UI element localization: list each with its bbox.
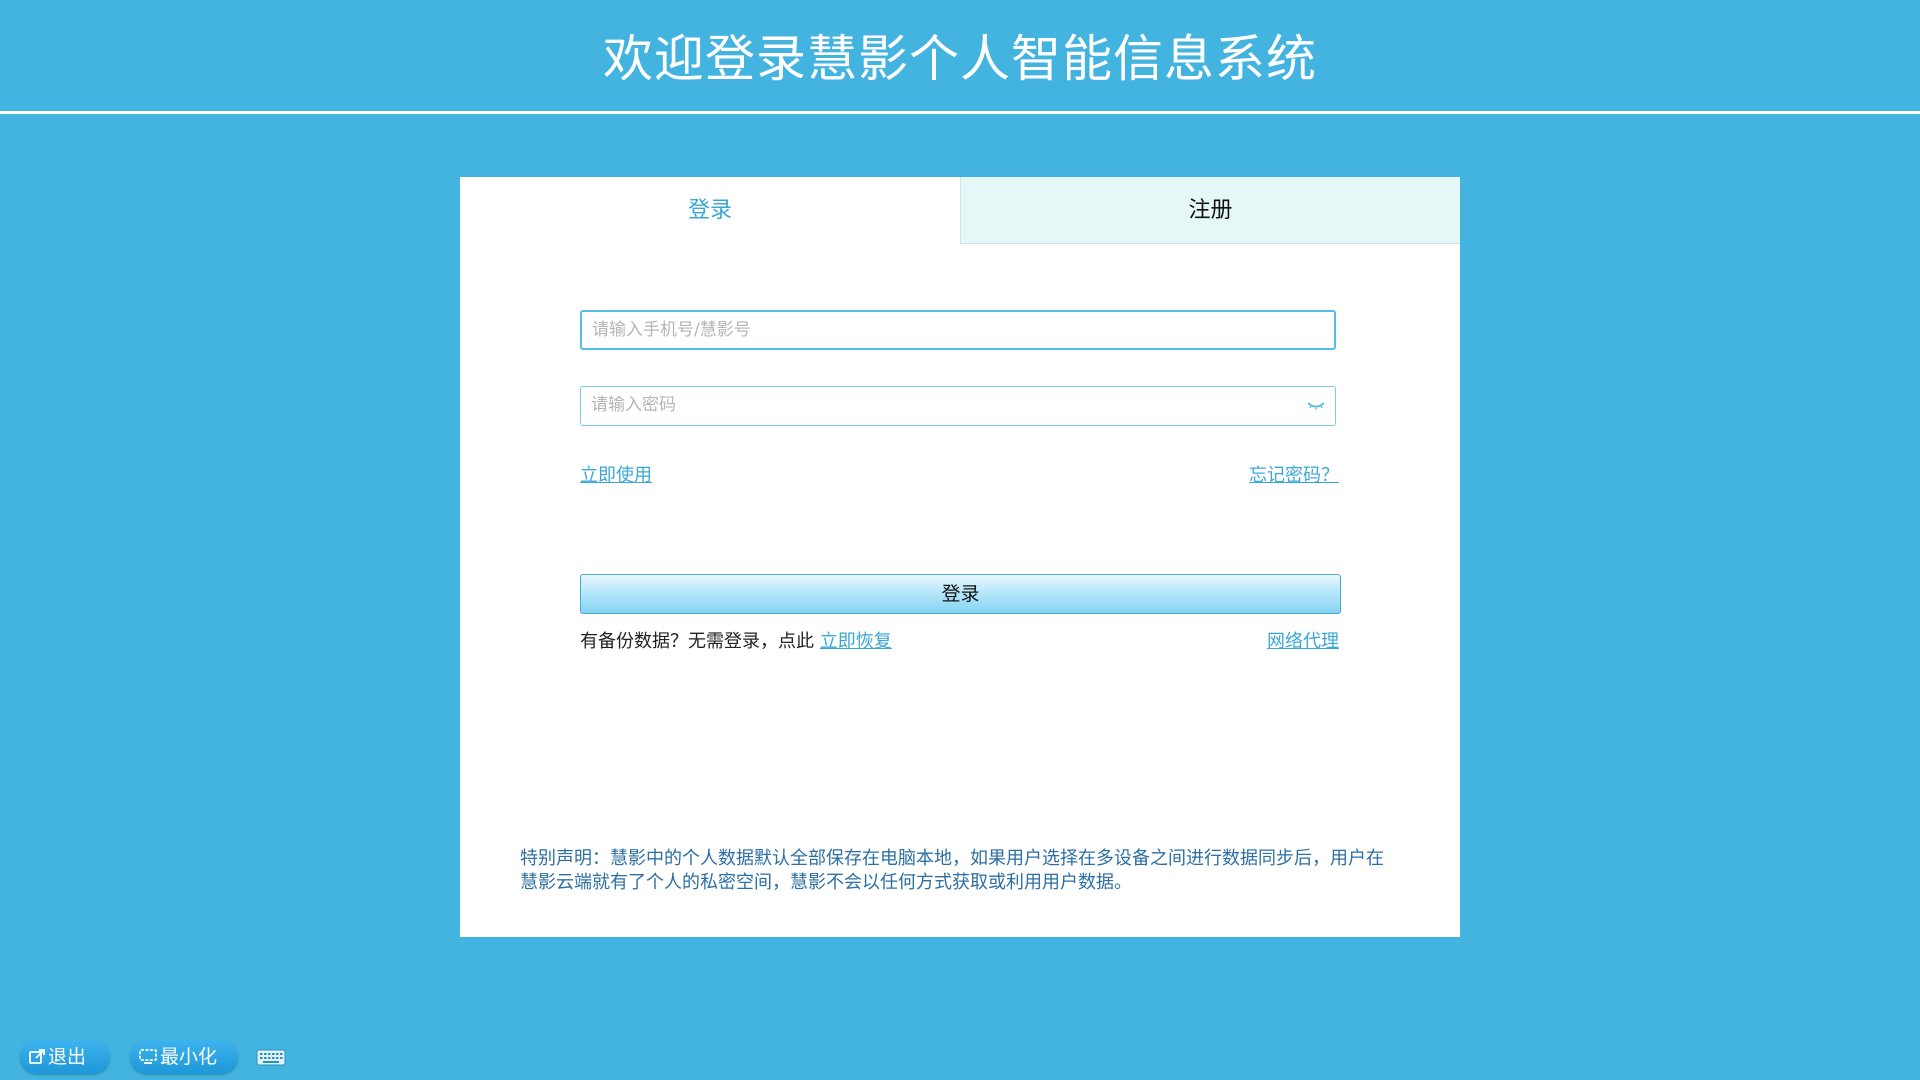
password-input[interactable] — [581, 387, 1301, 423]
external-link-icon — [29, 1049, 45, 1064]
password-field[interactable] — [580, 386, 1336, 426]
tab-login[interactable]: 登录 — [460, 177, 960, 244]
username-field[interactable] — [580, 310, 1336, 350]
login-card: 登录 注册 立即使用 忘记密码？ 登录 有备份数据？无需登录，点此 立即恢复 网… — [460, 177, 1460, 937]
tab-register[interactable]: 注册 — [960, 177, 1460, 244]
page-title: 欢迎登录慧影个人智能信息系统 — [603, 30, 1317, 88]
restore-link[interactable]: 立即恢复 — [820, 631, 892, 652]
forgot-password-link[interactable]: 忘记密码？ — [1249, 461, 1339, 487]
username-input[interactable] — [582, 312, 1302, 348]
backup-text: 有备份数据？无需登录，点此 — [580, 631, 814, 652]
login-button[interactable]: 登录 — [580, 574, 1341, 614]
use-now-link[interactable]: 立即使用 — [580, 461, 652, 487]
privacy-notice: 特别声明：慧影中的个人数据默认全部保存在电脑本地，如果用户选择在多设备之间进行数… — [520, 848, 1384, 893]
eye-closed-icon[interactable] — [1305, 395, 1327, 415]
tab-bar: 登录 注册 — [460, 177, 1460, 244]
minimize-button[interactable]: 最小化 — [130, 1040, 238, 1074]
exit-label: 退出 — [48, 1046, 87, 1068]
header: 欢迎登录慧影个人智能信息系统 — [0, 0, 1920, 114]
backup-row: 有备份数据？无需登录，点此 立即恢复 — [580, 627, 892, 653]
monitor-icon — [139, 1049, 157, 1064]
minimize-label: 最小化 — [160, 1046, 218, 1068]
keyboard-icon[interactable] — [256, 1047, 286, 1067]
network-proxy-link[interactable]: 网络代理 — [1267, 627, 1339, 653]
exit-button[interactable]: 退出 — [20, 1040, 110, 1074]
